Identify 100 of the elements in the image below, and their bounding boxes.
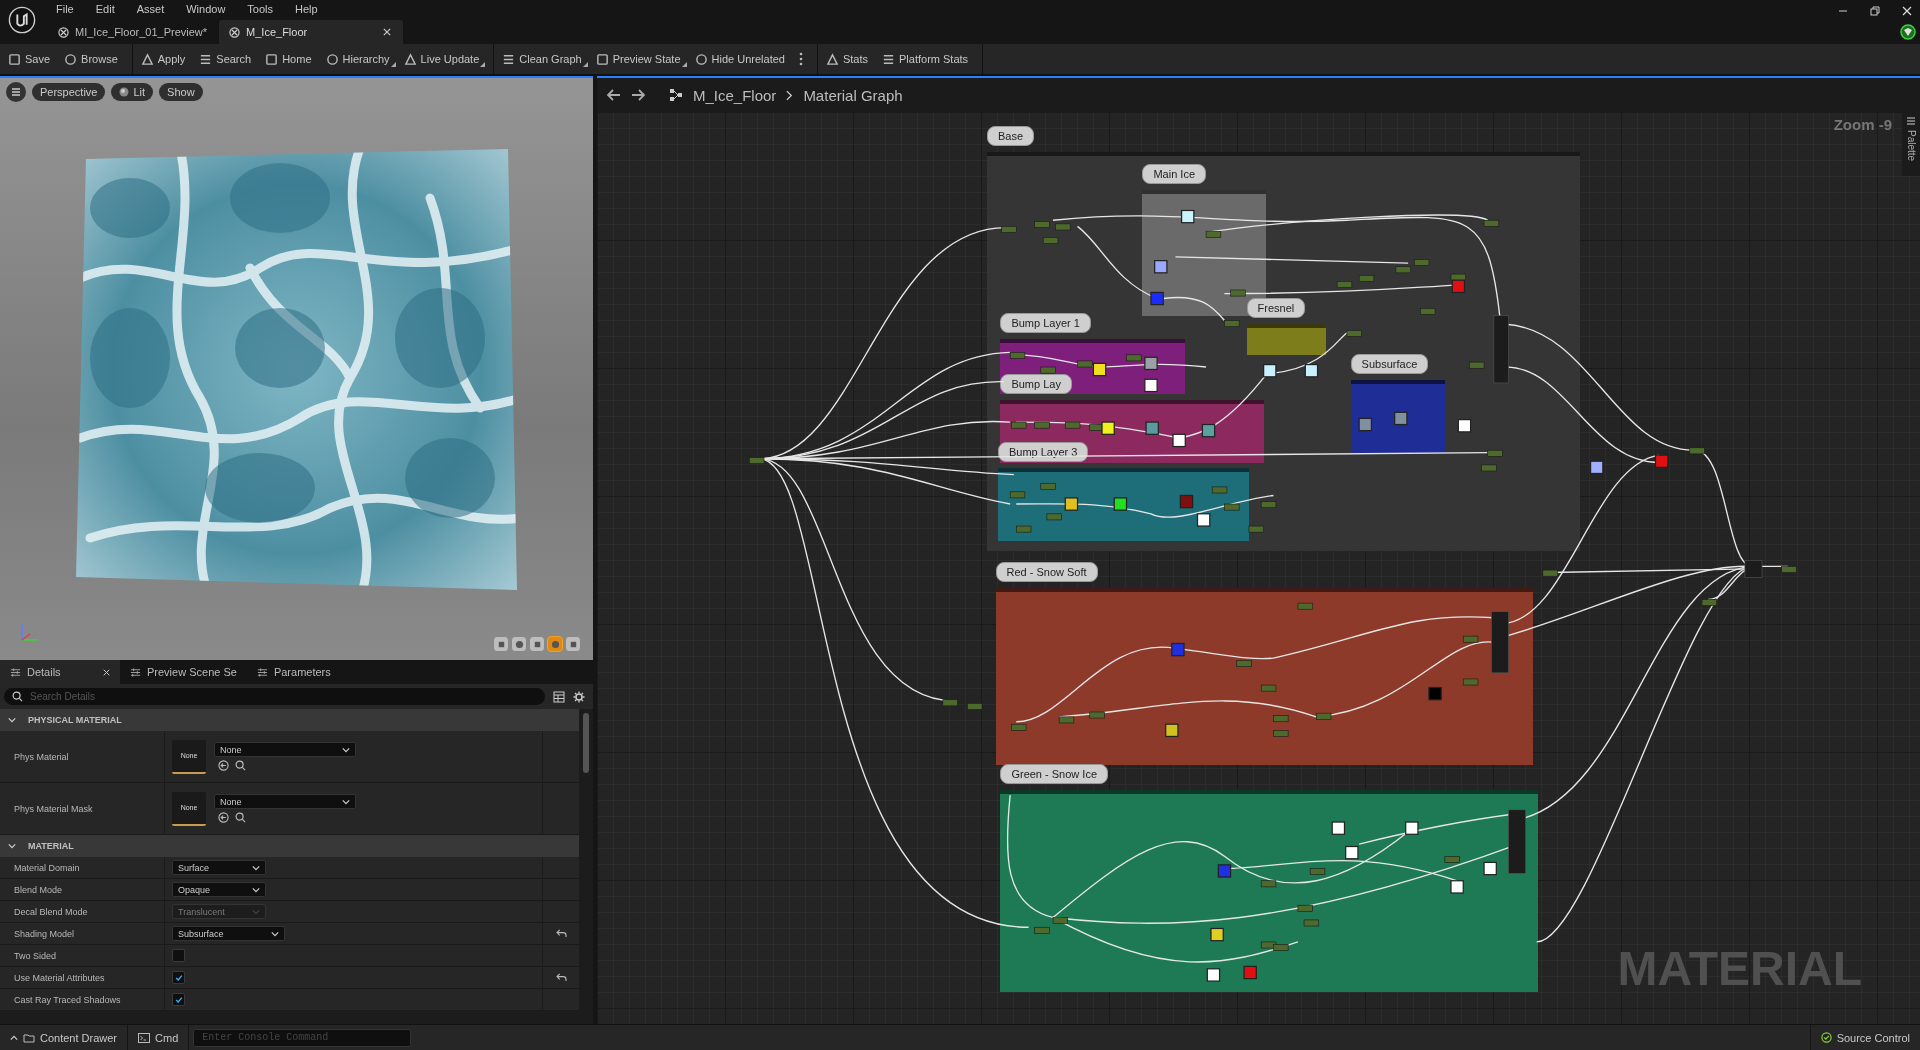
- property-dropdown[interactable]: Subsurface: [172, 926, 285, 941]
- breadcrumb-item[interactable]: M_Ice_Floor: [693, 86, 777, 104]
- chevron-icon: [342, 745, 350, 754]
- sliders-icon: [130, 666, 141, 678]
- material-icon: [58, 26, 69, 38]
- checkmark-icon: [174, 973, 183, 982]
- close-icon[interactable]: [103, 668, 110, 676]
- property-label: Use Material Attributes: [14, 972, 105, 983]
- chevron-icon: [342, 797, 350, 806]
- document-tab[interactable]: M_Ice_Floor: [219, 20, 404, 44]
- graph-icon: [669, 88, 683, 102]
- reset-arrow-icon[interactable]: [555, 929, 567, 938]
- property-label: Shading Model: [14, 928, 75, 939]
- dropdown-corner-icon: [480, 62, 486, 67]
- check-circle-icon: [1820, 1032, 1832, 1043]
- list-icon: [1906, 116, 1916, 126]
- palette-tab[interactable]: Palette: [1902, 112, 1920, 176]
- property-label: Phys Material Mask: [14, 803, 93, 814]
- chevron-up-icon: [10, 1033, 18, 1042]
- sliders-icon: [256, 666, 268, 678]
- asset-dropdown[interactable]: None: [214, 742, 356, 757]
- property-label: Blend Mode: [14, 884, 63, 895]
- toolbar-button[interactable]: Apply: [134, 47, 192, 71]
- engine-logo-icon[interactable]: [8, 6, 36, 34]
- section-header[interactable]: PHYSICAL MATERIAL: [0, 709, 579, 731]
- menu-item[interactable]: Window: [186, 3, 226, 15]
- sliders-icon: [10, 666, 21, 678]
- back-arrow-icon[interactable]: [607, 89, 621, 101]
- dropdown-corner-icon: [582, 62, 588, 67]
- close-icon[interactable]: [383, 28, 392, 36]
- search-field[interactable]: Search Details: [4, 688, 545, 705]
- panel-tab[interactable]: Preview Scene Se: [120, 660, 247, 684]
- toolbar-button[interactable]: Save: [2, 47, 57, 71]
- source-control-button[interactable]: Source Control: [1809, 1025, 1920, 1050]
- comment-title: Bump Lay: [1000, 374, 1072, 395]
- comment-title: Base: [986, 125, 1034, 146]
- viewport-button[interactable]: Lit: [111, 83, 154, 101]
- menu-item[interactable]: Asset: [136, 3, 165, 15]
- close-icon[interactable]: [1902, 6, 1912, 16]
- panel-tab[interactable]: Parameters: [246, 660, 341, 684]
- reset-arrow-icon[interactable]: [555, 973, 567, 982]
- restore-icon[interactable]: [1870, 6, 1880, 16]
- checkmark-icon: [174, 995, 183, 1004]
- menu-item[interactable]: Tools: [247, 3, 274, 15]
- settings-icon[interactable]: [573, 690, 585, 703]
- property-dropdown[interactable]: Surface: [172, 860, 266, 875]
- menu-item[interactable]: Edit: [95, 3, 115, 15]
- use-selected-icon[interactable]: [218, 812, 229, 823]
- toolbar-button[interactable]: Stats: [819, 47, 874, 71]
- preview-mesh-button[interactable]: [565, 636, 581, 652]
- chevron-icon: [252, 863, 260, 872]
- terminal-icon: [138, 1032, 151, 1043]
- property-dropdown[interactable]: Opaque: [172, 882, 266, 897]
- viewport-button[interactable]: Perspective: [32, 83, 106, 101]
- menu-item[interactable]: File: [56, 3, 74, 15]
- use-selected-icon[interactable]: [218, 760, 229, 771]
- cmd-button[interactable]: Cmd: [128, 1025, 190, 1050]
- checkbox[interactable]: [172, 949, 185, 962]
- property-label: Decal Blend Mode: [14, 906, 88, 917]
- toolbar-button[interactable]: Clean Graph: [496, 47, 588, 71]
- content-drawer-button[interactable]: Content Drawer: [0, 1025, 129, 1050]
- material-icon: [229, 26, 241, 38]
- section-title: PHYSICAL MATERIAL: [28, 715, 122, 725]
- toolbar-button[interactable]: Preview State: [589, 47, 687, 71]
- chevron-right-icon: [786, 89, 794, 101]
- toolbar-button[interactable]: Live Update: [397, 47, 486, 71]
- toolbar-button[interactable]: Browse: [58, 47, 124, 71]
- section-title: MATERIAL: [28, 841, 74, 851]
- more-options-icon[interactable]: [798, 52, 803, 66]
- forward-arrow-icon[interactable]: [631, 89, 645, 101]
- asset-dropdown[interactable]: None: [214, 794, 356, 809]
- chevron-icon: [271, 929, 279, 938]
- property-label: Cast Ray Traced Shadows: [14, 994, 121, 1005]
- toolbar-button[interactable]: Search: [193, 47, 258, 71]
- checkbox[interactable]: [172, 971, 185, 984]
- menu-icon[interactable]: [6, 82, 26, 102]
- property-label: Two Sided: [14, 950, 57, 961]
- toolbar-button[interactable]: Hide Unrelated: [688, 47, 791, 71]
- section-header[interactable]: MATERIAL: [0, 835, 579, 857]
- toolbar-button[interactable]: Platform Stats: [876, 47, 975, 71]
- property-label: Phys Material: [14, 751, 69, 762]
- preview-mesh-button[interactable]: [547, 636, 563, 652]
- preview-viewport[interactable]: Perspective Lit Show: [0, 76, 593, 660]
- checkbox[interactable]: [172, 993, 185, 1006]
- toolbar-button[interactable]: Home: [259, 47, 318, 71]
- preview-mesh-button[interactable]: [529, 636, 545, 652]
- document-tab[interactable]: MI_Ice_Floor_01_Preview*: [48, 20, 220, 44]
- lit-sphere-icon: [119, 87, 130, 97]
- menu-item[interactable]: Help: [295, 3, 318, 15]
- viewport-button[interactable]: Show: [159, 83, 203, 101]
- preview-mesh-button[interactable]: [493, 636, 509, 652]
- property-label: Material Domain: [14, 862, 80, 873]
- comment-title: Bump Layer 1: [1000, 313, 1091, 334]
- table-view-icon[interactable]: [553, 690, 565, 703]
- panel-tab[interactable]: Details: [0, 660, 120, 684]
- breadcrumb-item[interactable]: Material Graph: [803, 86, 903, 104]
- zoom-level: Zoom -9: [1833, 116, 1892, 133]
- preview-mesh-button[interactable]: [511, 636, 527, 652]
- status-indicator-icon[interactable]: [1900, 24, 1916, 40]
- toolbar-button[interactable]: Hierarchy: [319, 47, 396, 71]
